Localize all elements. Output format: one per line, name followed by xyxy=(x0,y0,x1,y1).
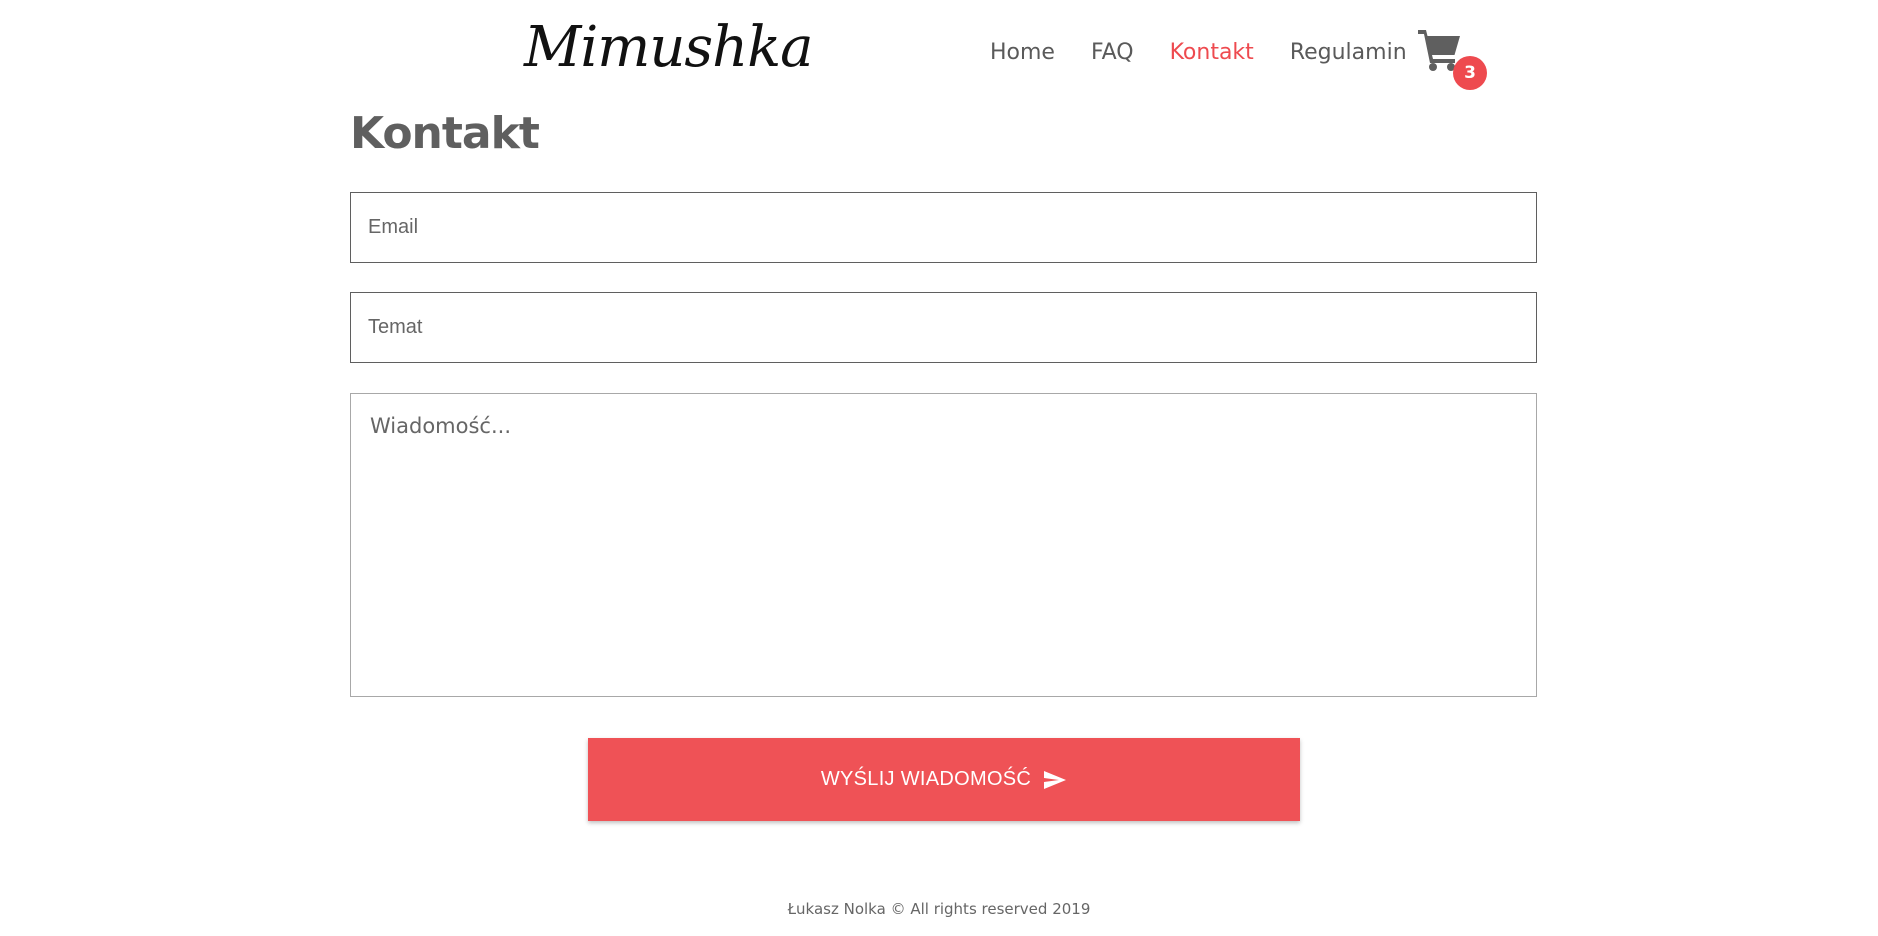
subject-input[interactable] xyxy=(350,292,1537,363)
copyright-text: Łukasz Nolka © All rights reserved 2019 xyxy=(787,900,1091,918)
nav-link-regulamin[interactable]: Regulamin xyxy=(1290,38,1407,68)
nav-link-kontakt[interactable]: Kontakt xyxy=(1170,38,1254,68)
email-input[interactable] xyxy=(350,192,1537,263)
send-message-label: WYŚLIJ WIADOMOŚĆ xyxy=(820,768,1032,790)
message-textarea[interactable] xyxy=(350,393,1537,697)
main-nav: Home FAQ Kontakt Regulamin xyxy=(990,38,1443,68)
nav-link-faq[interactable]: FAQ xyxy=(1091,38,1134,68)
cart-count-badge: 3 xyxy=(1453,56,1487,90)
cart-button[interactable]: 3 xyxy=(1418,30,1487,90)
site-header: Mimushka Home FAQ Kontakt Regulamin 3 xyxy=(0,0,1878,100)
send-message-button[interactable]: WYŚLIJ WIADOMOŚĆ xyxy=(588,738,1300,821)
footer: Łukasz Nolka © All rights reserved 2019 xyxy=(0,900,1878,918)
page-title: Kontakt xyxy=(350,108,540,159)
nav-link-home[interactable]: Home xyxy=(990,38,1055,68)
send-icon xyxy=(1043,770,1067,790)
logo[interactable]: Mimushka xyxy=(524,10,814,86)
